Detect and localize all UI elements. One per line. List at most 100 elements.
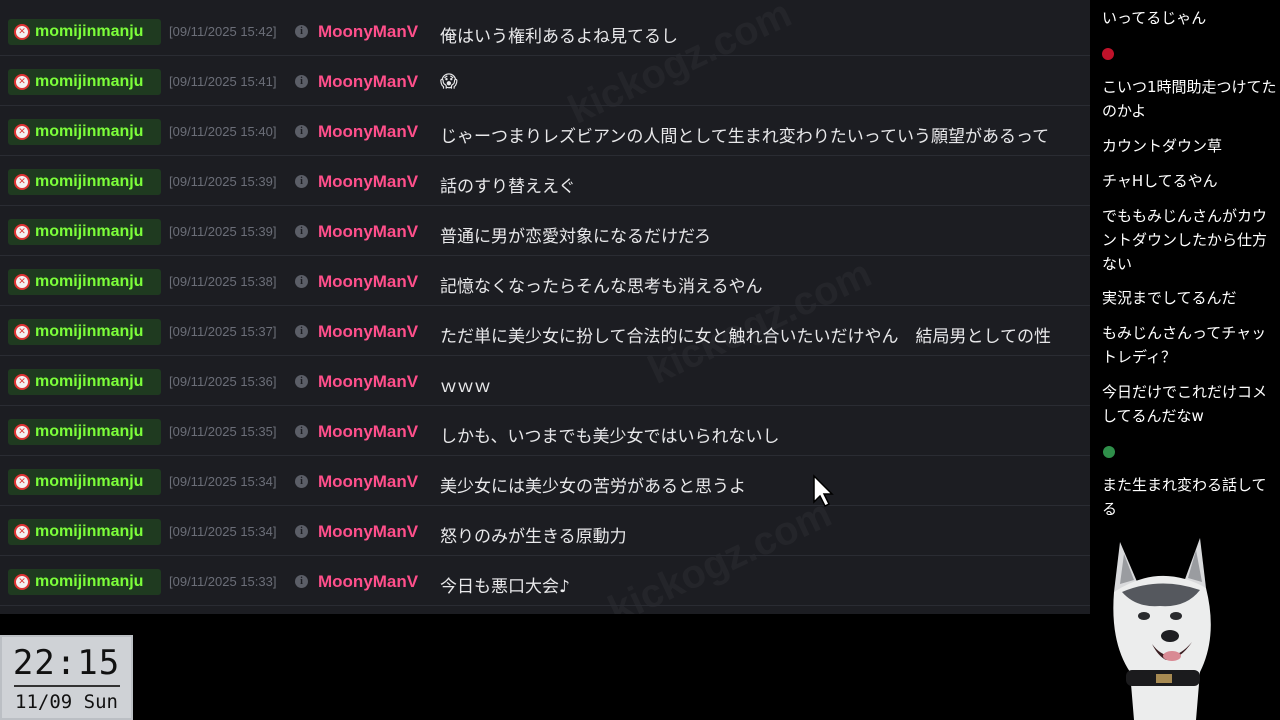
- table-row: ✕ momijinmanju [09/11/2025 15:42] i MoonyMan…: [0, 6, 1090, 56]
- author-name[interactable]: MoonyManV: [318, 72, 418, 92]
- clock-date: 11/09 Sun: [15, 691, 118, 713]
- info-icon[interactable]: i: [295, 375, 308, 388]
- author-name[interactable]: MoonyManV: [318, 472, 418, 492]
- info-icon[interactable]: i: [295, 175, 308, 188]
- no-entry-avatar-icon: ✕: [14, 224, 30, 240]
- user-badge[interactable]: ✕ momijinmanju: [8, 19, 161, 45]
- clock-widget: 22:15 11/09 Sun: [0, 635, 133, 720]
- chat-log-panel: kickogz.com kickogz.com kickogz.com ✕mom…: [0, 0, 1090, 614]
- clock-time: 22:15: [12, 643, 121, 683]
- side-chat-message: でももみじんさんがカウントダウンしたから仕方ない: [1102, 207, 1268, 273]
- side-chat-message: いってるじゃん: [1102, 9, 1207, 27]
- user-badge[interactable]: ✕ momijinmanju: [8, 119, 161, 145]
- badge-username: momijinmanju: [35, 573, 144, 590]
- timestamp: [09/11/2025 15:41]: [169, 74, 277, 89]
- table-row: ✕ momijinmanju [09/11/2025 15:33] i MoonyMan…: [0, 556, 1090, 606]
- table-row: ✕ momijinmanju [09/11/2025 15:34] i MoonyMan…: [0, 506, 1090, 556]
- message-text: 話のすり替ええぐ: [440, 177, 576, 197]
- table-row: ✕ momijinmanju [09/11/2025 15:39] i MoonyMan…: [0, 206, 1090, 256]
- timestamp: [09/11/2025 15:34]: [169, 524, 277, 539]
- message-text: 今日も悪口大会♪: [440, 577, 570, 597]
- side-chat-message: 実況までしてるんだ: [1102, 289, 1237, 307]
- message-text: 俺はいう権利あるよね見てるし: [440, 27, 678, 47]
- timestamp: [09/11/2025 15:39]: [169, 224, 277, 239]
- author-name[interactable]: MoonyManV: [318, 172, 418, 192]
- user-badge[interactable]: ✕ momijinmanju: [8, 169, 161, 195]
- message-text: 記憶なくなったらそんな思考も消えるやん: [440, 277, 763, 297]
- message-text: 😱: [440, 72, 458, 92]
- message-text: じゃーつまりレズビアンの人間として生まれ変わりたいっていう願望があるって: [440, 127, 1050, 147]
- table-row: ✕ momijinmanju [09/11/2025 15:35] i MoonyMan…: [0, 406, 1090, 456]
- user-badge[interactable]: ✕ momijinmanju: [8, 419, 161, 445]
- mouse-pointer-icon: [813, 474, 834, 508]
- no-entry-avatar-icon: ✕: [14, 524, 30, 540]
- side-chat-message: こいつ1時間助走つけてたのかよ: [1102, 78, 1277, 120]
- user-badge[interactable]: ✕ momijinmanju: [8, 519, 161, 545]
- table-row: ✕ momijinmanju [09/11/2025 15:34] i MoonyMan…: [0, 456, 1090, 506]
- badge-username: momijinmanju: [35, 523, 144, 540]
- no-entry-avatar-icon: ✕: [14, 424, 30, 440]
- user-badge[interactable]: ✕ momijinmanju: [8, 319, 161, 345]
- author-name[interactable]: MoonyManV: [318, 572, 418, 592]
- user-badge[interactable]: ✕ momijinmanju: [8, 369, 161, 395]
- no-entry-avatar-icon: ✕: [14, 274, 30, 290]
- author-name[interactable]: MoonyManV: [318, 22, 418, 42]
- clock-divider: [14, 685, 120, 687]
- info-icon[interactable]: i: [295, 575, 308, 588]
- info-icon[interactable]: i: [295, 275, 308, 288]
- message-text: 美少女には美少女の苦労があると思うよ: [440, 477, 746, 497]
- badge-username: momijinmanju: [35, 273, 144, 290]
- info-icon[interactable]: i: [295, 325, 308, 338]
- side-chat-message: チャHしてるやん: [1102, 172, 1218, 190]
- message-text: 普通に男が恋愛対象になるだけだろ: [440, 227, 711, 247]
- table-row: ✕ momijinmanju [09/11/2025 15:37] i MoonyMan…: [0, 306, 1090, 356]
- husky-avatar: [1113, 538, 1211, 720]
- info-icon[interactable]: i: [295, 475, 308, 488]
- badge-username: momijinmanju: [35, 23, 144, 40]
- user-badge[interactable]: ✕ momijinmanju: [8, 269, 161, 295]
- user-badge[interactable]: ✕ momijinmanju: [8, 219, 161, 245]
- badge-username: momijinmanju: [35, 123, 144, 140]
- no-entry-avatar-icon: ✕: [14, 124, 30, 140]
- message-text: ただ単に美少女に扮して合法的に女と触れ合いたいだけやん 結局男としての性: [440, 327, 1051, 347]
- badge-username: momijinmanju: [35, 173, 144, 190]
- user-badge[interactable]: ✕ momijinmanju: [8, 69, 161, 95]
- author-name[interactable]: MoonyManV: [318, 422, 418, 442]
- author-name[interactable]: MoonyManV: [318, 272, 418, 292]
- message-text: しかも、いつまでも美少女ではいられないし: [440, 427, 780, 447]
- table-row: ✕ momijinmanju [09/11/2025 15:39] i MoonyMan…: [0, 156, 1090, 206]
- side-chat-message: また生まれ変わる話してる: [1102, 476, 1267, 518]
- message-text: 怒りのみが生きる原動力: [440, 527, 627, 547]
- badge-username: momijinmanju: [35, 423, 144, 440]
- badge-username: momijinmanju: [35, 473, 144, 490]
- timestamp: [09/11/2025 15:40]: [169, 124, 277, 139]
- info-icon[interactable]: i: [295, 225, 308, 238]
- timestamp: [09/11/2025 15:38]: [169, 274, 277, 289]
- no-entry-avatar-icon: ✕: [14, 24, 30, 40]
- user-badge[interactable]: ✕ momijinmanju: [8, 569, 161, 595]
- author-name[interactable]: MoonyManV: [318, 372, 418, 392]
- timestamp: [09/11/2025 15:34]: [169, 474, 277, 489]
- side-chat-message: カウントダウン草: [1102, 137, 1223, 155]
- badge-username: momijinmanju: [35, 223, 144, 240]
- table-row: ✕ momijinmanju [09/11/2025 15:40] i MoonyMan…: [0, 106, 1090, 156]
- timestamp: [09/11/2025 15:42]: [169, 24, 277, 39]
- side-chat-message: 今日だけでこれだけコメしてるんだなw: [1102, 383, 1268, 425]
- info-icon[interactable]: i: [295, 425, 308, 438]
- info-icon[interactable]: i: [295, 75, 308, 88]
- author-name[interactable]: MoonyManV: [318, 222, 418, 242]
- author-name[interactable]: MoonyManV: [318, 122, 418, 142]
- emoji-icon: [1103, 446, 1115, 458]
- user-badge[interactable]: ✕ momijinmanju: [8, 469, 161, 495]
- info-icon[interactable]: i: [295, 125, 308, 138]
- no-entry-avatar-icon: ✕: [14, 374, 30, 390]
- no-entry-avatar-icon: ✕: [14, 324, 30, 340]
- author-name[interactable]: MoonyManV: [318, 522, 418, 542]
- emoji-icon: [1102, 48, 1114, 60]
- badge-username: momijinmanju: [35, 373, 144, 390]
- author-name[interactable]: MoonyManV: [318, 322, 418, 342]
- info-icon[interactable]: i: [295, 525, 308, 538]
- table-row: ✕ momijinmanju [09/11/2025 15:41] i MoonyMan…: [0, 56, 1090, 106]
- timestamp: [09/11/2025 15:36]: [169, 374, 277, 389]
- info-icon[interactable]: i: [295, 25, 308, 38]
